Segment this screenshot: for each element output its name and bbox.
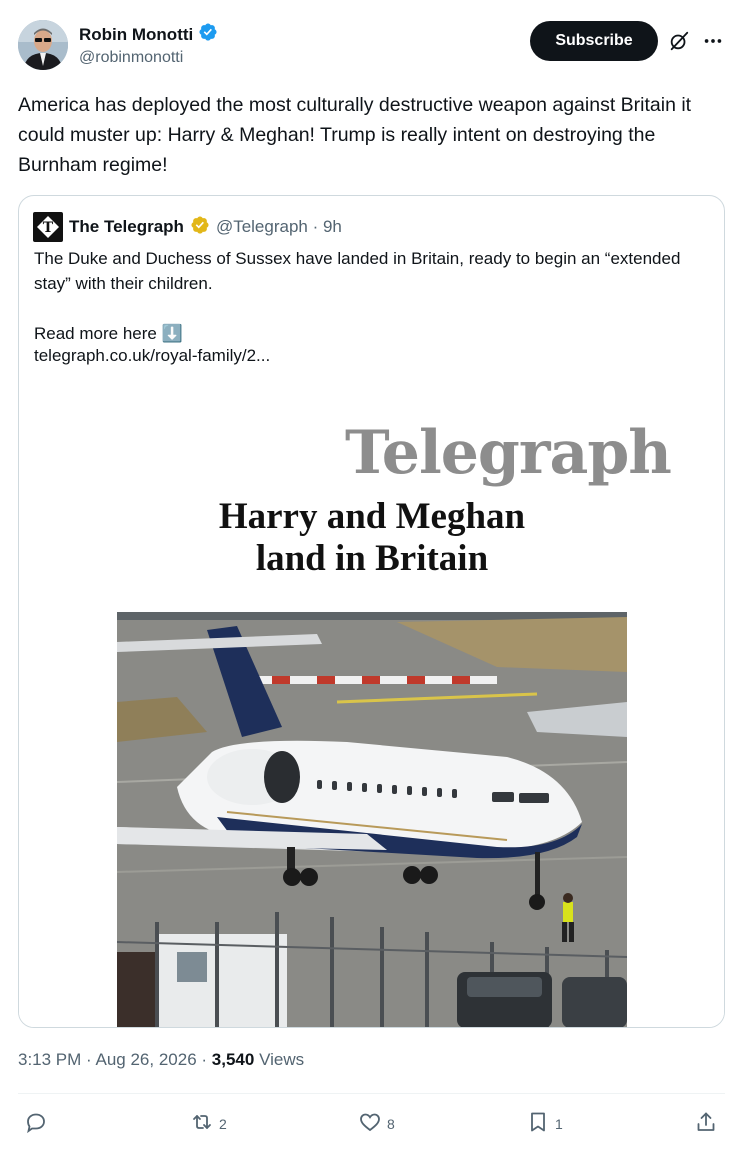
repost-count: 2 [219, 1115, 227, 1132]
verified-badge-icon [198, 22, 218, 47]
quoted-tweet-header: T The Telegraph @Telegraph · 9h [33, 212, 342, 242]
media-headline: Harry and Meghan land in Britain [218, 496, 526, 579]
tweet-header: Robin Monotti @robinmonotti Subscribe [18, 20, 726, 74]
media-brand-text: Telegraph [345, 418, 672, 488]
views-count: 3,540 [211, 1050, 255, 1069]
svg-text:T: T [43, 220, 54, 236]
quoted-tweet-text: The Duke and Duchess of Sussex have land… [34, 249, 681, 343]
divider [18, 1093, 725, 1094]
quoted-display-name[interactable]: The Telegraph [69, 217, 184, 237]
avatar[interactable] [18, 20, 68, 70]
more-options-icon[interactable] [702, 30, 724, 52]
quoted-tweet-card[interactable]: T The Telegraph @Telegraph · 9h The Duke… [18, 195, 725, 1028]
media-photo-jet[interactable] [116, 612, 628, 1027]
bookmark-button[interactable]: 1 [526, 1110, 563, 1137]
repost-icon [190, 1110, 214, 1137]
reply-button[interactable] [24, 1110, 53, 1137]
repost-button[interactable]: 2 [190, 1110, 227, 1137]
reply-icon [24, 1110, 48, 1137]
bookmark-count: 1 [555, 1115, 563, 1132]
tweet-time[interactable]: 3:13 PM [18, 1050, 81, 1069]
tweet-text: America has deployed the most culturally… [18, 94, 692, 176]
quoted-tweet-link[interactable]: telegraph.co.uk/royal-family/2... [34, 346, 270, 366]
like-button[interactable]: 8 [358, 1110, 395, 1137]
author-name-row[interactable]: Robin Monotti [79, 22, 218, 47]
subscribe-button[interactable]: Subscribe [530, 21, 658, 61]
author-handle[interactable]: @robinmonotti [79, 49, 183, 67]
views-label: Views [259, 1050, 305, 1069]
grok-icon[interactable] [668, 30, 690, 52]
like-count: 8 [387, 1115, 395, 1132]
heart-icon [358, 1110, 382, 1137]
verified-gold-badge-icon [190, 215, 210, 240]
quoted-handle-time: @Telegraph · 9h [215, 217, 342, 236]
tweet-meta: 3:13 PM · Aug 26, 2026 · 3,540 Views [18, 1050, 305, 1069]
share-button[interactable] [694, 1110, 718, 1137]
telegraph-logo-icon: T [33, 212, 63, 242]
tweet-date[interactable]: Aug 26, 2026 [96, 1050, 197, 1069]
author-display-name[interactable]: Robin Monotti [79, 25, 193, 45]
bookmark-icon [526, 1110, 550, 1137]
share-icon [694, 1110, 718, 1137]
